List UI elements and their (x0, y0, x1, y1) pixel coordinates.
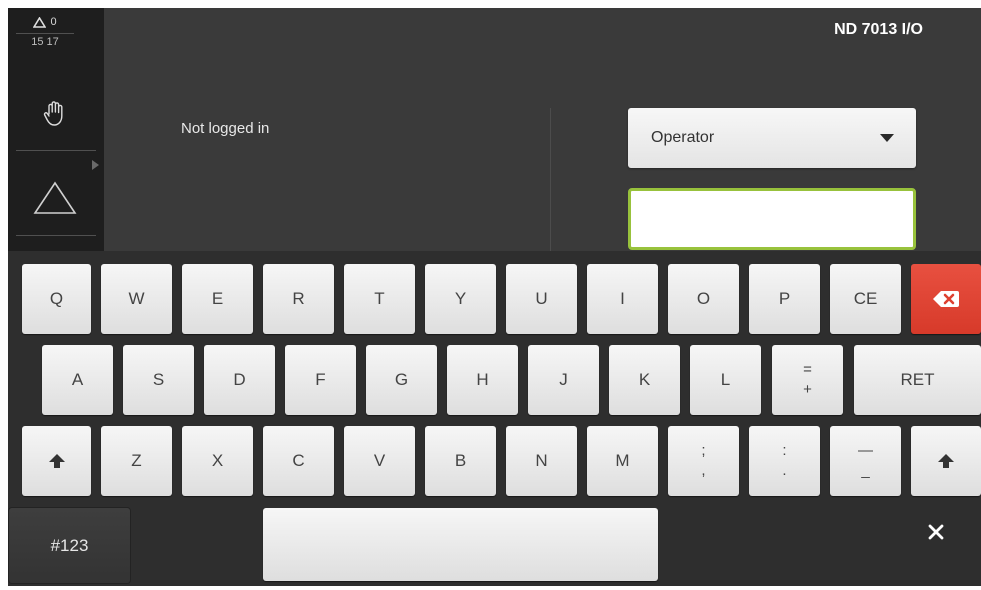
expand-arrow-icon[interactable] (92, 160, 99, 170)
key-top-char: — (858, 442, 873, 459)
close-keyboard-button[interactable] (920, 516, 952, 548)
key-d[interactable]: D (204, 345, 275, 415)
key-o[interactable]: O (668, 264, 739, 334)
space-key[interactable] (263, 508, 658, 581)
key-a[interactable]: A (42, 345, 113, 415)
key-equals-plus[interactable]: = + (772, 345, 843, 415)
key-t[interactable]: T (344, 264, 415, 334)
hand-icon[interactable] (42, 100, 68, 128)
login-status: Not logged in (181, 120, 270, 137)
key-dash-underscore[interactable]: — _ (830, 426, 901, 496)
backspace-button[interactable] (911, 264, 981, 334)
panel-divider (550, 108, 551, 251)
key-l[interactable]: L (690, 345, 761, 415)
return-key[interactable]: RET (854, 345, 981, 415)
key-r[interactable]: R (263, 264, 334, 334)
close-icon (928, 524, 944, 540)
user-dropdown[interactable]: Operator (628, 108, 916, 168)
key-top-char: : (782, 442, 787, 459)
key-x[interactable]: X (182, 426, 253, 496)
key-b[interactable]: B (425, 426, 496, 496)
key-u[interactable]: U (506, 264, 577, 334)
symbols-key[interactable]: #123 (9, 508, 130, 583)
key-semicolon-comma[interactable]: ; , (668, 426, 739, 496)
key-c[interactable]: C (263, 426, 334, 496)
shift-key-right[interactable] (911, 426, 981, 496)
on-screen-keyboard: Q W E R T Y U I O P CE A S D F G H J K L… (8, 251, 981, 586)
key-colon-period[interactable]: : . (749, 426, 820, 496)
key-f[interactable]: F (285, 345, 356, 415)
key-k[interactable]: K (609, 345, 680, 415)
clock-time: 15 17 (31, 36, 59, 48)
key-n[interactable]: N (506, 426, 577, 496)
user-dropdown-value: Operator (651, 129, 715, 146)
shift-arrow-icon (938, 454, 954, 468)
key-top-char: = (803, 361, 812, 378)
key-q[interactable]: Q (22, 264, 91, 334)
key-j[interactable]: J (528, 345, 599, 415)
key-e[interactable]: E (182, 264, 253, 334)
key-clear-entry[interactable]: CE (830, 264, 901, 334)
key-w[interactable]: W (101, 264, 172, 334)
warning-count: 0 (50, 16, 57, 28)
password-input[interactable] (628, 188, 916, 250)
key-y[interactable]: Y (425, 264, 496, 334)
key-bottom-char: . (782, 462, 787, 479)
key-m[interactable]: M (587, 426, 658, 496)
device-title: ND 7013 I/O (834, 21, 923, 38)
divider (16, 235, 96, 236)
shift-key-left[interactable] (22, 426, 91, 496)
key-s[interactable]: S (123, 345, 194, 415)
key-z[interactable]: Z (101, 426, 172, 496)
divider (16, 33, 74, 34)
key-p[interactable]: P (749, 264, 820, 334)
chevron-down-icon (880, 134, 894, 142)
key-bottom-char: _ (861, 462, 870, 479)
app-window: 0 15 17 ND 7013 I/O Not logged in Operat… (8, 8, 981, 586)
warning-indicator[interactable]: 0 (8, 12, 82, 32)
key-i[interactable]: I (587, 264, 658, 334)
key-v[interactable]: V (344, 426, 415, 496)
shift-arrow-icon (48, 454, 65, 468)
key-bottom-char: , (701, 462, 706, 479)
status-sidebar: 0 15 17 (8, 8, 104, 251)
key-g[interactable]: G (366, 345, 437, 415)
backspace-icon (933, 291, 959, 307)
key-bottom-char: + (803, 381, 812, 398)
triangle-outline-icon[interactable] (32, 180, 78, 216)
warning-triangle-icon (33, 16, 47, 28)
key-top-char: ; (701, 442, 706, 459)
divider (16, 150, 96, 151)
key-h[interactable]: H (447, 345, 518, 415)
